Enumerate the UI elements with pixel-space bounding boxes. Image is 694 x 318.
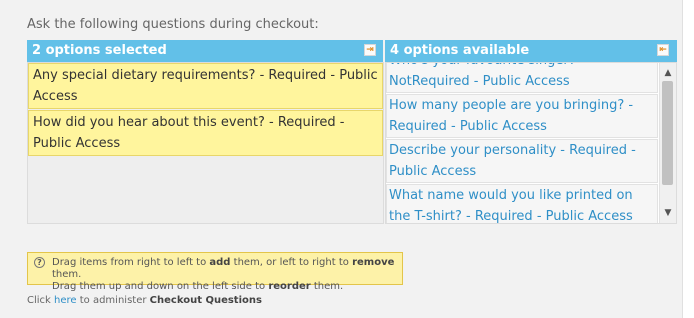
selected-header: 2 options selected ⇥ (27, 40, 383, 62)
available-item[interactable]: Who's your favourite singer? - NotRequir… (386, 63, 658, 93)
available-list[interactable]: Who's your favourite singer? - NotRequir… (385, 62, 677, 224)
scroll-down-icon[interactable]: ▼ (660, 205, 676, 221)
help-box: ? Drag items from right to left to add t… (27, 252, 403, 292)
available-item[interactable]: How many people are you bringing? - Requ… (386, 94, 658, 138)
multiselect-widget: 2 options selected ⇥ 4 options available… (27, 40, 677, 226)
page-heading: Ask the following questions during check… (27, 17, 319, 32)
selected-item[interactable]: How did you hear about this event? - Req… (28, 110, 383, 156)
available-items: Who's your favourite singer? - NotRequir… (386, 63, 658, 223)
selected-item[interactable]: Any special dietary requirements? - Requ… (28, 63, 383, 109)
help-text: Drag them up and down on the left side t… (52, 281, 269, 292)
footer: Click here to administer Checkout Questi… (27, 295, 262, 306)
available-header-label: 4 options available (390, 43, 530, 58)
scroll-thumb[interactable] (662, 81, 673, 185)
help-add-word: add (209, 257, 231, 268)
page-panel: Ask the following questions during check… (0, 0, 683, 318)
available-header: 4 options available ⇤ (385, 40, 677, 62)
footer-text: to administer (76, 295, 150, 306)
help-remove-word: remove (352, 257, 395, 268)
question-icon: ? (34, 257, 45, 268)
help-text: Drag items from right to left to (52, 257, 210, 268)
selected-list[interactable]: Any special dietary requirements? - Requ… (27, 62, 384, 224)
available-item[interactable]: Describe your personality - Required - P… (386, 139, 658, 183)
help-text: them. (310, 281, 344, 292)
help-text: them, or left to right to (230, 257, 353, 268)
scroll-up-icon[interactable]: ▲ (660, 65, 676, 81)
help-reorder-word: reorder (268, 281, 311, 292)
selected-header-label: 2 options selected (32, 43, 167, 58)
help-line-2: Drag them up and down on the left side t… (52, 281, 396, 293)
help-line-1: Drag items from right to left to add the… (52, 257, 396, 281)
available-scrollbar[interactable]: ▲ ▼ (659, 63, 676, 223)
help-text: them. (52, 269, 82, 280)
checkout-questions-label: Checkout Questions (149, 295, 262, 306)
available-item[interactable]: What name would you like printed on the … (386, 184, 658, 223)
footer-text: Click (27, 295, 55, 306)
move-all-right-icon[interactable]: ⇥ (364, 44, 376, 56)
move-all-left-icon[interactable]: ⇤ (657, 44, 669, 56)
here-link[interactable]: here (54, 295, 77, 306)
